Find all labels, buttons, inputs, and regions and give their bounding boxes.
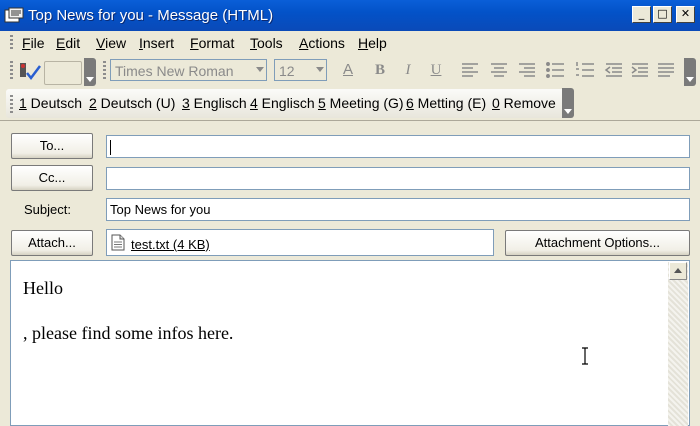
font-size-combo[interactable]: 12 [274, 59, 327, 81]
font-size-value: 12 [279, 63, 295, 79]
attachment-link[interactable]: test.txt (4 KB) [131, 232, 210, 257]
toolbar-grip[interactable] [10, 95, 13, 113]
cc-field[interactable] [106, 167, 690, 190]
toolbar-grip[interactable] [103, 61, 106, 81]
to-field[interactable] [106, 135, 690, 158]
styles-icon [658, 63, 674, 77]
body-scrollbar[interactable] [668, 262, 688, 426]
numbering-icon [576, 62, 594, 77]
scroll-up-button[interactable] [669, 262, 687, 280]
decrease-indent-icon [604, 63, 622, 77]
bullets-icon [546, 62, 564, 78]
underline-button[interactable]: U [426, 61, 446, 79]
maximize-button[interactable]: □ [653, 6, 672, 23]
align-right-icon [519, 63, 535, 77]
title-bar: Top News for you - Message (HTML) _ □ ✕ [0, 0, 700, 31]
close-button[interactable]: ✕ [676, 6, 695, 23]
toolbar-overflow-button[interactable] [84, 58, 96, 86]
body-line-greeting: Hello [23, 278, 63, 298]
body-line-text: , please find some infos here. [23, 323, 234, 343]
ibeam-cursor-icon [582, 347, 588, 365]
text-file-icon [111, 234, 125, 251]
minimize-button[interactable]: _ [632, 6, 651, 23]
toolbar-grip[interactable] [10, 61, 13, 81]
template-metting-e[interactable]: 6 Metting (E) [406, 95, 486, 111]
toolbar-separator [0, 120, 700, 121]
font-color-button[interactable]: A [338, 61, 358, 79]
template-remove[interactable]: 0 Remove [492, 95, 556, 111]
menu-help[interactable]: Help [358, 35, 387, 51]
attach-button[interactable]: Attach... [11, 230, 93, 256]
quick-text-toolbar: 1 Deutsch 2 Deutsch (U) 3 Englisch 4 Eng… [0, 87, 700, 119]
subject-field[interactable]: Top News for you [106, 198, 690, 221]
template-deutsch-u[interactable]: 2 Deutsch (U) [89, 95, 175, 111]
window-title: Top News for you - Message (HTML) [28, 7, 274, 24]
subject-label: Subject: [24, 202, 71, 217]
signature-icon[interactable] [18, 61, 42, 81]
quick-text-overflow-button[interactable] [562, 88, 574, 118]
message-icon [4, 7, 24, 23]
font-name-combo[interactable]: Times New Roman [110, 59, 267, 81]
attachment-options-button[interactable]: Attachment Options... [505, 230, 690, 256]
template-deutsch[interactable]: 1 Deutsch [19, 95, 82, 111]
template-englisch-1[interactable]: 3 Englisch [182, 95, 247, 111]
chevron-down-icon [316, 67, 324, 72]
bold-button[interactable]: B [370, 61, 390, 79]
cc-button[interactable]: Cc... [11, 165, 93, 191]
menu-edit[interactable]: Edit [56, 35, 80, 51]
menu-insert[interactable]: Insert [139, 35, 174, 51]
signature-dropdown[interactable] [44, 61, 82, 85]
chevron-down-icon [256, 67, 264, 72]
menu-bar: File Edit View Insert Format Tools Actio… [0, 31, 700, 55]
menu-actions[interactable]: Actions [299, 35, 345, 51]
align-center-icon [491, 63, 507, 77]
italic-button[interactable]: I [398, 61, 418, 79]
menu-view[interactable]: View [96, 35, 126, 51]
to-button[interactable]: To... [11, 133, 93, 159]
attachment-field[interactable]: test.txt (4 KB) [106, 229, 494, 256]
menubar-grip[interactable] [10, 35, 13, 51]
paragraph-format-buttons [462, 62, 674, 78]
menu-format[interactable]: Format [190, 35, 234, 51]
font-name-value: Times New Roman [115, 63, 234, 79]
template-meeting-g[interactable]: 5 Meeting (G) [318, 95, 404, 111]
text-caret [110, 140, 111, 156]
increase-indent-icon [631, 63, 648, 77]
template-englisch-2[interactable]: 4 Englisch [250, 95, 315, 111]
align-left-icon [462, 63, 478, 77]
formatting-overflow-button[interactable] [684, 58, 696, 86]
menu-tools[interactable]: Tools [250, 35, 283, 51]
menu-file[interactable]: File [22, 35, 45, 51]
